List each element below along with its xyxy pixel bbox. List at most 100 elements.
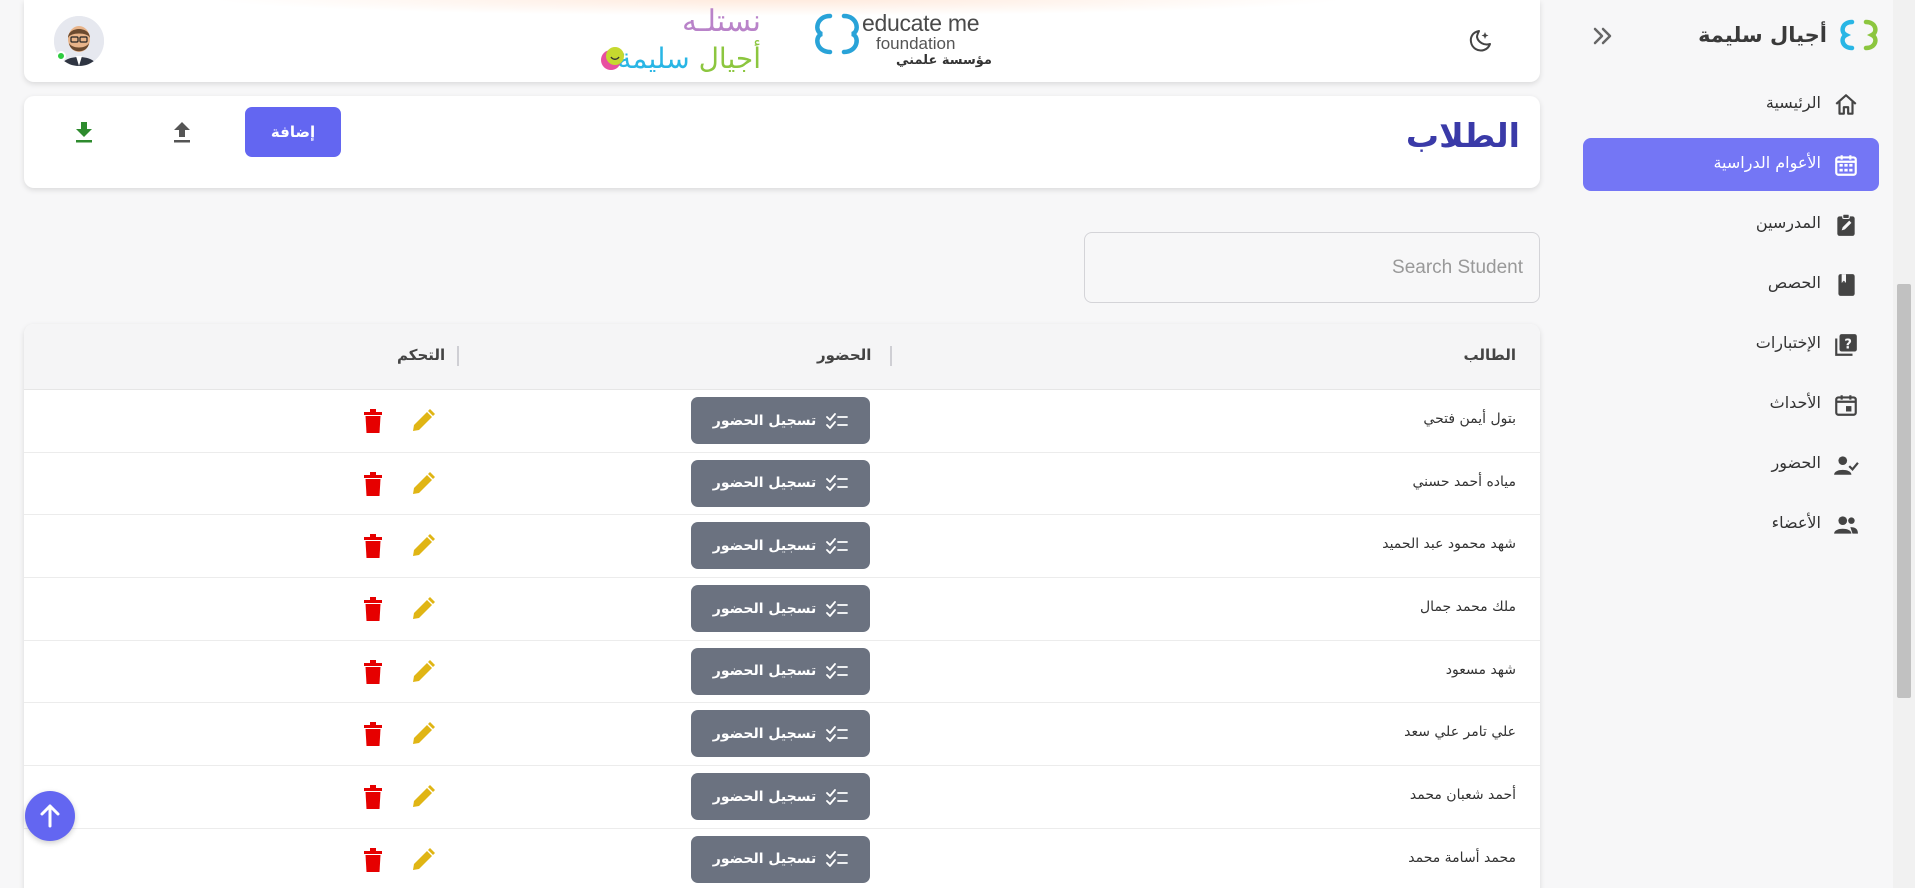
sidebar-item-label: الحصص [1767, 273, 1821, 292]
brand-logo-icon [1840, 19, 1878, 51]
delete-button[interactable] [361, 532, 385, 560]
edit-button[interactable] [409, 470, 437, 498]
record-attendance-button[interactable]: تسجيل الحضور [691, 835, 870, 883]
student-name: محمد أسامة محمد [1408, 849, 1516, 866]
record-attendance-button-content: تسجيل الحضور [691, 662, 870, 680]
record-attendance-label: تسجيل الحضور [712, 600, 817, 617]
delete-button[interactable] [361, 720, 385, 748]
column-header-control: التحكم [397, 346, 446, 364]
record-attendance-button[interactable]: تسجيل الحضور [691, 585, 870, 633]
student-name: أحمد شعبان محمد [1409, 787, 1516, 804]
delete-button[interactable] [361, 470, 385, 498]
scrollbar-thumb[interactable] [1897, 284, 1911, 698]
sidebar-item-attendance[interactable]: الحضور [1583, 438, 1879, 491]
page-scrollbar[interactable] [1893, 0, 1915, 888]
home-icon [1835, 94, 1857, 115]
page-header: الطلاب إضافة [24, 96, 1540, 188]
collapse-sidebar-button[interactable] [1589, 24, 1617, 48]
record-attendance-button-content: تسجيل الحضور [691, 537, 870, 555]
edit-button[interactable] [409, 658, 437, 686]
record-attendance-button[interactable]: تسجيل الحضور [691, 647, 870, 695]
group-icon [1834, 516, 1858, 534]
student-name: ملك محمد جمال [1420, 599, 1516, 616]
moon-star-icon [1469, 30, 1491, 52]
user-check-icon [1834, 456, 1859, 475]
sidebar-item-exams[interactable]: ? الإختبارات [1583, 318, 1879, 371]
trash-icon [364, 659, 382, 684]
record-attendance-button[interactable]: تسجيل الحضور [691, 710, 870, 758]
double-chevron-right-icon [1593, 27, 1612, 45]
edit-button[interactable] [409, 720, 437, 748]
checklist-icon [826, 537, 849, 554]
record-attendance-label: تسجيل الحضور [712, 788, 817, 805]
table-row: ملك محمد جمال تسجيل الحضور [24, 578, 1540, 641]
record-attendance-button-content: تسجيل الحضور [691, 474, 870, 492]
delete-button[interactable] [361, 658, 385, 686]
top-header: نستلـه أجيال سليمة educate me foundation… [24, 0, 1540, 82]
book-icon [1838, 274, 1855, 296]
theme-toggle-button[interactable] [1465, 26, 1495, 56]
svg-text:?: ? [1844, 337, 1852, 352]
record-attendance-button[interactable]: تسجيل الحضور [691, 459, 870, 507]
record-attendance-button[interactable]: تسجيل الحضور [691, 773, 870, 821]
educate-me-mark-icon [815, 13, 859, 55]
sidebar-item-events[interactable]: الأحداث [1583, 378, 1879, 431]
delete-button[interactable] [361, 595, 385, 623]
sidebar-item-teachers[interactable]: المدرسين [1583, 198, 1879, 251]
record-attendance-button[interactable]: تسجيل الحضور [691, 397, 870, 444]
add-student-button[interactable]: إضافة [245, 107, 341, 157]
sidebar-item-members[interactable]: الأعضاء [1583, 498, 1879, 551]
ajyal-logo-part1: أجيال [698, 42, 761, 75]
delete-button[interactable] [361, 783, 385, 811]
educate-me-logo: educate me foundation مؤسسة علمني [812, 8, 1022, 74]
trash-icon [364, 471, 382, 496]
download-button[interactable] [70, 118, 98, 146]
sidebar-item-academic-years[interactable]: الأعوام الدراسية [1583, 138, 1879, 191]
edit-button[interactable] [409, 595, 437, 623]
edit-button[interactable] [409, 783, 437, 811]
upload-button[interactable] [168, 118, 196, 146]
trash-icon [364, 785, 382, 810]
table-row: محمد أسامة محمد تسجيل الحضور [24, 829, 1540, 888]
upload-icon [174, 122, 190, 143]
sidebar-item-home[interactable]: الرئيسية [1583, 78, 1879, 131]
pencil-icon [413, 597, 435, 620]
sidebar-item-label: الإختبارات [1755, 333, 1821, 352]
record-attendance-button-content: تسجيل الحضور [691, 725, 870, 743]
trash-icon [364, 597, 382, 622]
student-name: علي تامر علي سعد [1404, 724, 1516, 741]
delete-button[interactable] [361, 846, 385, 874]
sidebar-nav: الرئيسية الأعوام الدراسية المدرسين الحصص… [1583, 78, 1879, 558]
calendar-icon [1835, 155, 1857, 176]
header-decoration [204, 0, 1354, 16]
record-attendance-button[interactable]: تسجيل الحضور [691, 522, 870, 570]
edit-button[interactable] [409, 846, 437, 874]
clipboard-edit-icon [1837, 213, 1855, 236]
checklist-icon [826, 475, 849, 492]
table-row: علي تامر علي سعد تسجيل الحضور [24, 703, 1540, 767]
trash-icon [364, 847, 382, 872]
record-attendance-button-content: تسجيل الحضور [691, 850, 870, 868]
checklist-icon [826, 726, 849, 742]
scroll-to-top-button[interactable] [25, 791, 75, 841]
delete-button[interactable] [361, 407, 385, 435]
checklist-icon [826, 663, 849, 680]
column-divider [457, 346, 459, 366]
edit-button[interactable] [409, 532, 437, 560]
page-title: الطلاب [1405, 116, 1520, 155]
pencil-icon [413, 471, 435, 494]
event-icon [1835, 395, 1857, 416]
table-row: شهد محمود عبد الحميد تسجيل الحضور [24, 515, 1540, 579]
sidebar-item-label: الأعوام الدراسية [1713, 153, 1821, 172]
download-icon [76, 122, 92, 143]
edit-button[interactable] [409, 407, 437, 435]
checklist-icon [826, 412, 849, 429]
student-name: شهد مسعود [1445, 661, 1516, 678]
record-attendance-label: تسجيل الحضور [712, 663, 817, 680]
sidebar-item-label: الأحداث [1769, 393, 1821, 412]
search-student-input[interactable] [1084, 232, 1540, 303]
sidebar-item-lessons[interactable]: الحصص [1583, 258, 1879, 311]
checklist-icon [826, 600, 849, 617]
educate-me-arabic: مؤسسة علمني [896, 53, 992, 68]
nastala-logo-text: نستلـه [682, 4, 761, 39]
